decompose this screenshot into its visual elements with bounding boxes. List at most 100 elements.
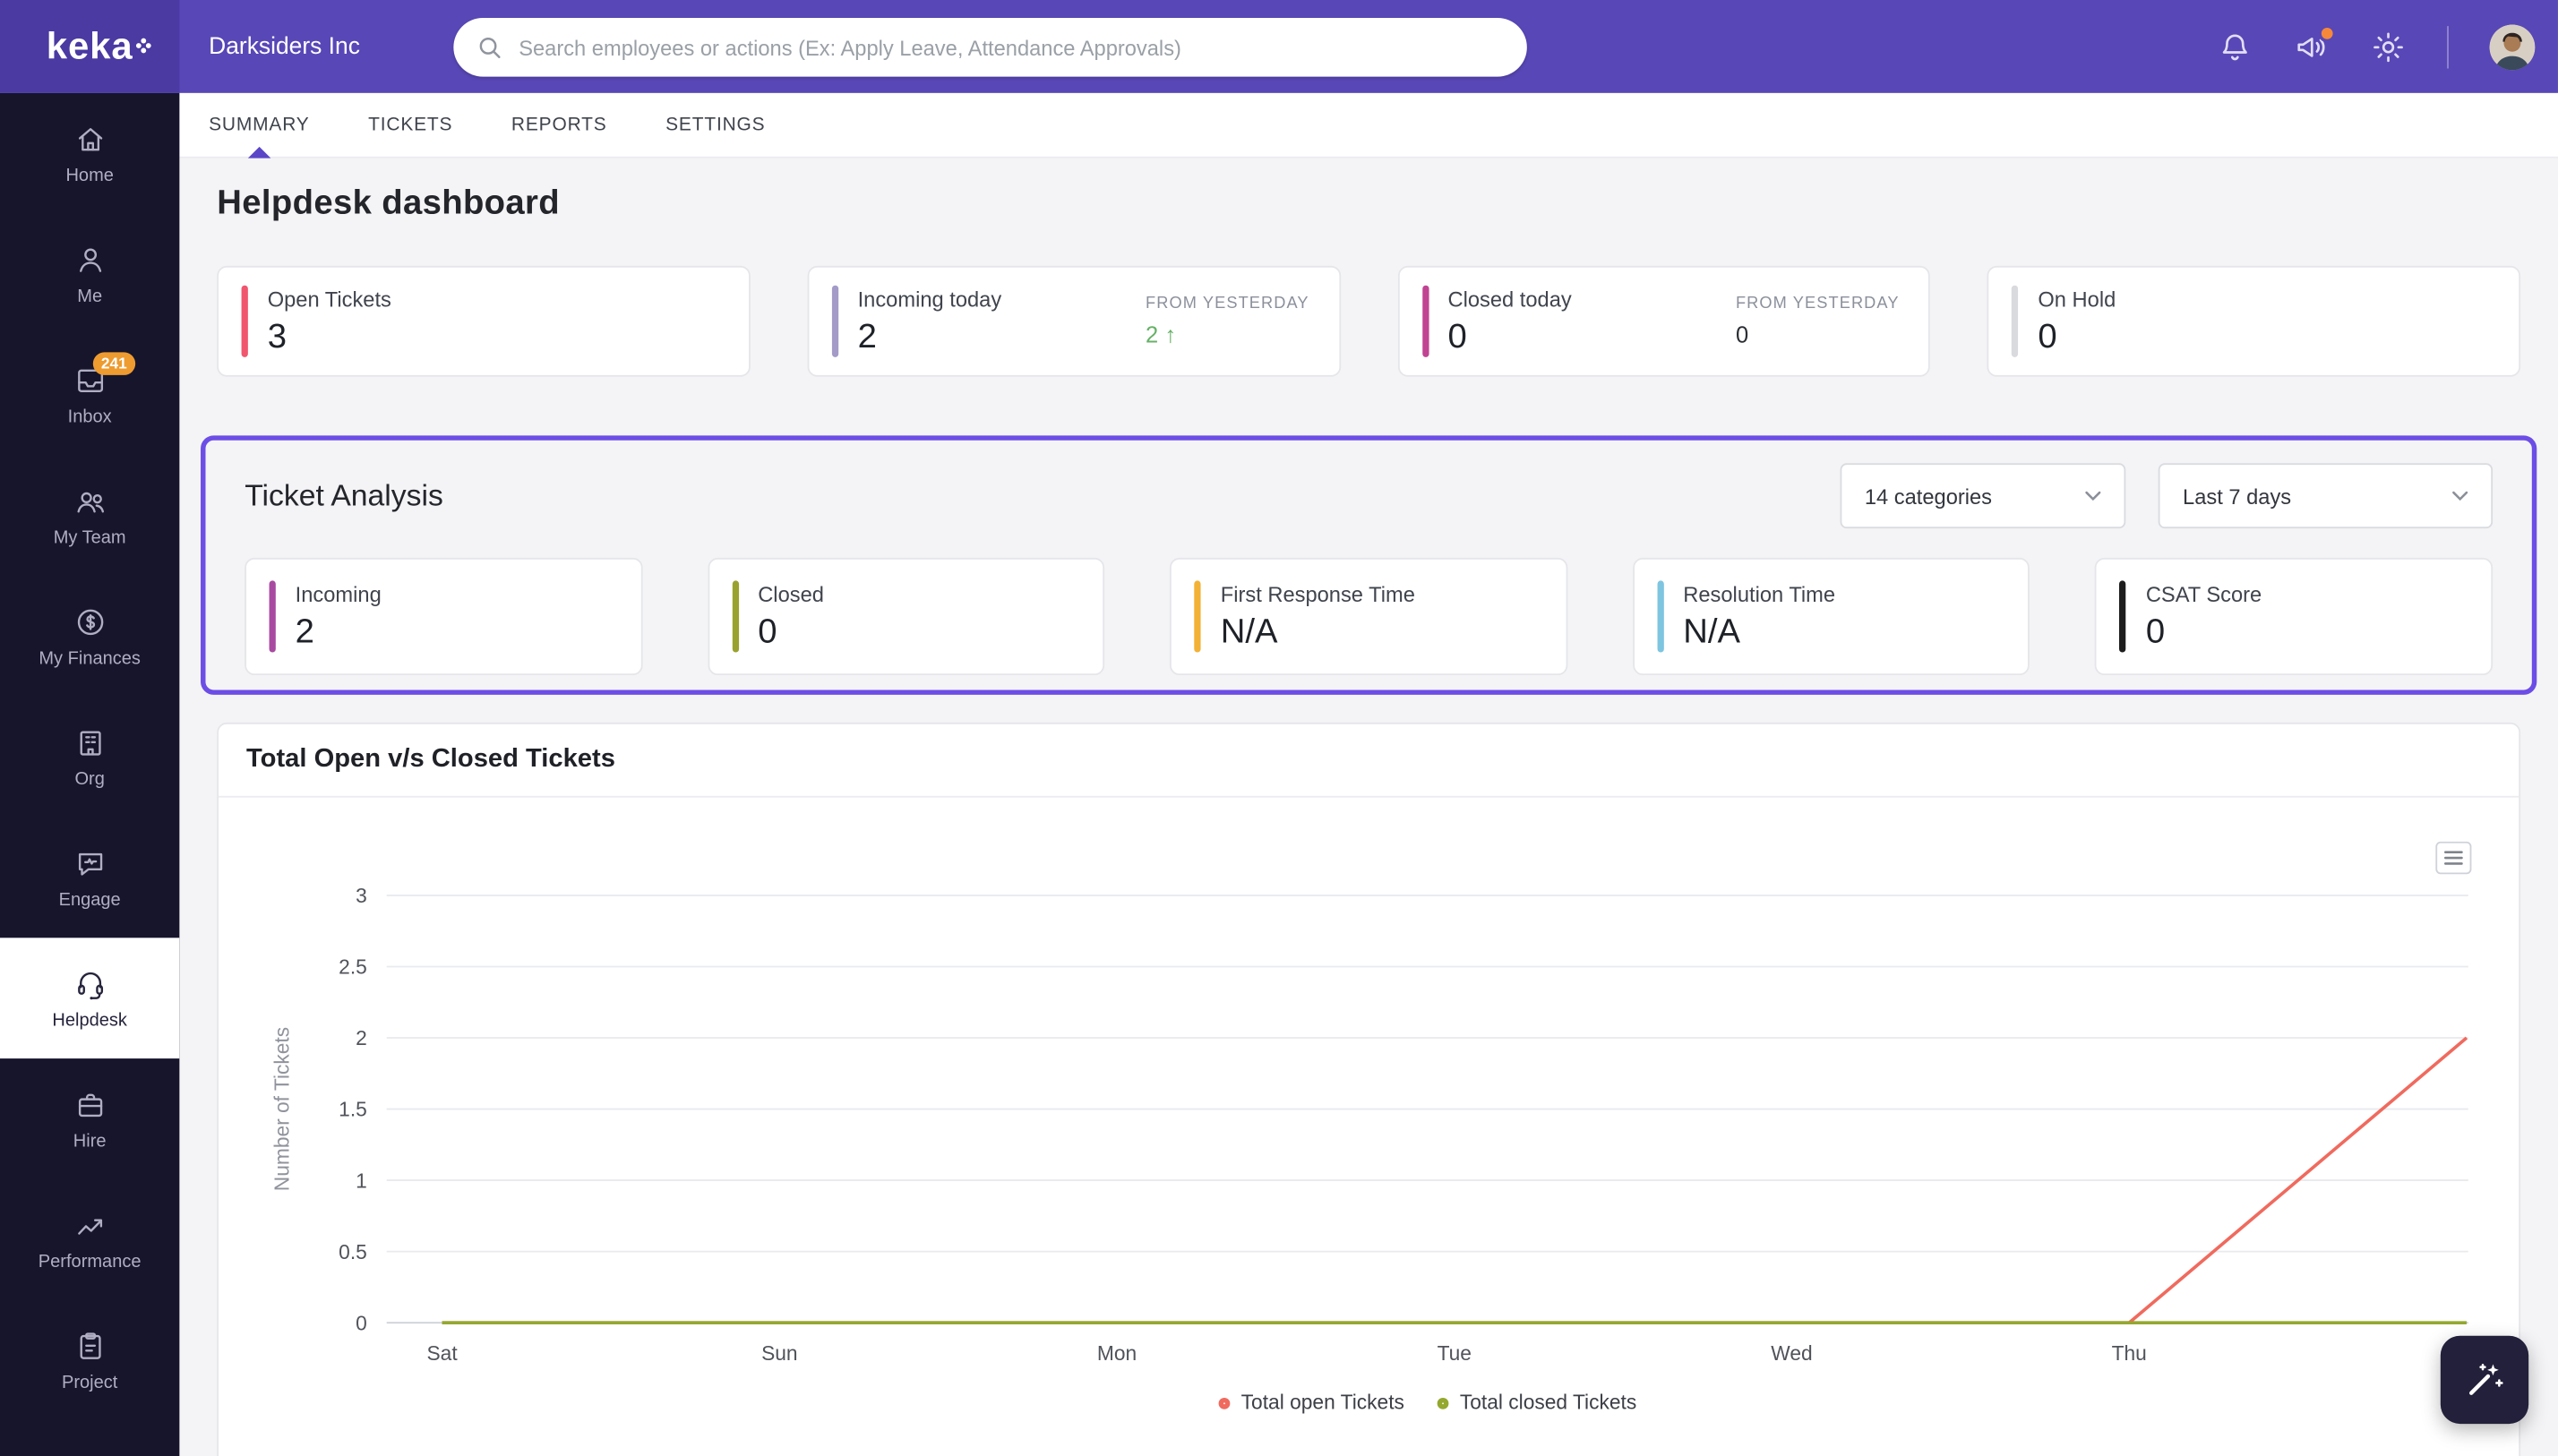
sidebar-item-label: My Finances [39,648,141,668]
sidebar-item-org[interactable]: Org [0,697,179,818]
sidebar-item-label: Engage [59,890,121,910]
sidebar-item-inbox[interactable]: 241 Inbox [0,334,179,455]
stat-value: 2 [296,612,382,652]
chart-context-menu-button[interactable] [2435,842,2471,874]
chart-legend: Total open Tickets Total closed Tickets [245,1392,2493,1414]
accent-bar [270,580,276,652]
svg-text:1.5: 1.5 [339,1098,367,1121]
hamburger-menu-icon [2443,850,2463,866]
stat-card-open-tickets: Open Tickets 3 [217,266,750,377]
legend-item[interactable]: Total closed Tickets [1437,1392,1636,1414]
sidebar-item-label: My Team [54,527,126,547]
stat-value: 0 [758,612,824,652]
ticket-analysis-title: Ticket Analysis [245,478,443,514]
accent-bar [242,286,248,357]
sidebar-item-home[interactable]: Home [0,93,179,214]
trend-up-arrow-icon: ↑ [1164,321,1176,347]
hire-briefcase-icon [73,1087,107,1121]
stat-value: 2 [858,317,1002,356]
keka-logo-text: keka [47,24,133,68]
stat-value: 3 [268,317,391,356]
svg-text:Sun: Sun [761,1341,797,1365]
sidebar-item-my-finances[interactable]: My Finances [0,576,179,697]
from-yesterday-label: FROM YESTERDAY [1736,295,1900,313]
svg-text:3: 3 [356,884,367,907]
categories-select[interactable]: 14 categories [1841,463,2126,528]
performance-trend-icon [73,1208,107,1242]
ticket-analysis-section: Ticket Analysis 14 categories Last 7 day… [201,435,2537,695]
ta-card-closed: Closed 0 [708,558,1105,675]
user-avatar[interactable] [2489,23,2535,69]
home-icon [73,122,107,156]
ta-card-incoming: Incoming 2 [245,558,642,675]
stat-label: First Response Time [1221,581,1415,605]
sidebar-item-helpdesk[interactable]: Helpdesk [0,938,179,1058]
app-root: keka Darksiders Inc [0,0,2558,1456]
stat-label: Incoming [296,581,382,605]
page-title: Helpdesk dashboard [217,184,2520,224]
legend-label: Total closed Tickets [1460,1392,1636,1414]
summary-cards-row: Open Tickets 3 Incoming today 2 FROM YES… [217,266,2520,377]
settings-gear-icon[interactable] [2370,29,2406,64]
accent-bar [1195,580,1201,652]
sidebar-item-performance[interactable]: Performance [0,1179,179,1300]
tab-reports[interactable]: REPORTS [511,93,607,157]
topbar-actions [2217,0,2535,93]
from-yesterday-value: 0 [1736,321,1900,347]
notifications-bell-icon[interactable] [2217,29,2253,64]
legend-marker-icon [1218,1397,1230,1409]
stat-label: On Hold [2038,287,2116,311]
accent-bar [831,286,837,357]
stat-value: 0 [2146,612,2262,652]
chart-title: Total Open v/s Closed Tickets [246,745,615,773]
sidebar-item-label: Project [62,1373,117,1392]
from-yesterday-value: 2 ↑ [1146,321,1309,347]
stat-card-closed-today: Closed today 0 FROM YESTERDAY 0 [1397,266,1930,377]
svg-text:Tue: Tue [1438,1341,1472,1365]
chevron-down-icon [2452,491,2468,501]
company-name: Darksiders Inc [209,33,360,59]
chart-body: 00.511.522.53SatSunMonTueWedThuNumber of… [219,882,2519,1414]
legend-item[interactable]: Total open Tickets [1218,1392,1404,1414]
svg-text:Mon: Mon [1097,1341,1137,1365]
tab-summary[interactable]: SUMMARY [209,93,309,157]
accent-bar [2120,580,2126,652]
announcements-icon[interactable] [2294,29,2330,64]
ai-assistant-button[interactable] [2441,1336,2528,1424]
sidebar-item-project[interactable]: Project [0,1300,179,1421]
sidebar-item-me[interactable]: Me [0,214,179,335]
ticket-analysis-header: Ticket Analysis 14 categories Last 7 day… [245,463,2493,528]
tab-tickets[interactable]: TICKETS [368,93,452,157]
stat-value: 0 [2038,317,2116,356]
sidebar-item-label: Org [74,769,104,789]
project-clipboard-icon [73,1329,107,1363]
from-yesterday-block: FROM YESTERDAY 0 [1736,295,1906,347]
stat-label: CSAT Score [2146,581,2262,605]
keka-logo[interactable]: keka [0,0,179,93]
from-yesterday-block: FROM YESTERDAY 2 ↑ [1146,295,1316,347]
sidebar-item-engage[interactable]: Engage [0,818,179,938]
accent-bar [1421,286,1428,357]
topbar-divider [2447,25,2449,67]
legend-marker-icon [1437,1397,1448,1409]
sidebar-item-hire[interactable]: Hire [0,1058,179,1179]
date-range-select[interactable]: Last 7 days [2159,463,2493,528]
ta-card-csat-score: CSAT Score 0 [2095,558,2493,675]
svg-text:Number of Tickets: Number of Tickets [270,1027,293,1191]
global-search[interactable] [453,18,1526,77]
search-input[interactable] [519,35,1506,59]
svg-text:0.5: 0.5 [339,1240,367,1263]
announcements-badge-dot [2318,23,2336,41]
stat-label: Open Tickets [268,287,391,311]
ticket-analysis-cards-row: Incoming 2 Closed 0 First Response Time [245,558,2493,675]
inbox-count-badge: 241 [93,352,135,375]
svg-text:2: 2 [356,1026,367,1049]
stat-label: Closed today [1447,287,1571,311]
accent-bar [2012,286,2018,357]
sidebar-item-my-team[interactable]: My Team [0,455,179,576]
sidebar-item-label: Home [65,166,113,185]
svg-text:1: 1 [356,1169,367,1192]
helpdesk-tabbar: SUMMARY TICKETS REPORTS SETTINGS [179,93,2558,158]
tab-settings[interactable]: SETTINGS [665,93,765,157]
tickets-chart-svg: 00.511.522.53SatSunMonTueWedThuNumber of… [245,882,2493,1388]
